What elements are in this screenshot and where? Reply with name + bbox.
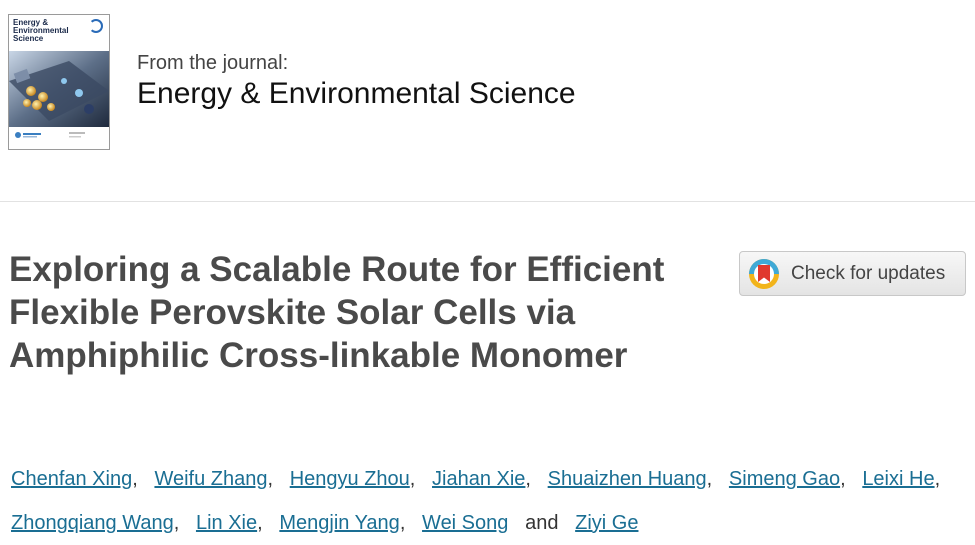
author-link[interactable]: Jiahan Xie [432, 468, 525, 490]
cover-title: Energy & Environmental Science [13, 18, 69, 43]
author-separator: , [409, 468, 416, 490]
cover-artwork [9, 51, 109, 143]
journal-cover[interactable]: Energy & Environmental Science [8, 14, 110, 150]
journal-name-link[interactable]: Energy & Environmental Science [137, 77, 576, 111]
author-link[interactable]: Chenfan Xing [11, 468, 132, 490]
author-link[interactable]: Zhongqiang Wang [11, 512, 174, 534]
author-separator: , [132, 468, 138, 490]
crossmark-icon [749, 258, 779, 289]
check-for-updates-button[interactable]: Check for updates [739, 251, 966, 296]
author-link[interactable]: Wei Song [422, 512, 508, 534]
article-title: Exploring a Scalable Route for Efficient… [9, 250, 665, 375]
author-link[interactable]: Ziyi Ge [575, 512, 638, 534]
author-link[interactable]: Hengyu Zhou [290, 468, 410, 490]
author-separator: , [525, 468, 531, 490]
authors-and-word: and [525, 512, 559, 534]
author-link[interactable]: Mengjin Yang [279, 512, 399, 534]
author-link[interactable]: Leixi He [862, 468, 934, 490]
author-separator: , [399, 512, 406, 534]
author-separator: , [840, 468, 846, 490]
author-link[interactable]: Weifu Zhang [154, 468, 267, 490]
author-list: Chenfan Xing, Weifu Zhang, Hengyu Zhou, … [11, 457, 971, 545]
author-separator: , [267, 468, 274, 490]
journal-from-label: From the journal: [137, 52, 289, 74]
author-link[interactable]: Shuaizhen Huang [548, 468, 707, 490]
author-separator: , [934, 468, 941, 490]
check-for-updates-label: Check for updates [791, 262, 946, 284]
author-separator: , [706, 468, 713, 490]
author-link[interactable]: Lin Xie [196, 512, 257, 534]
author-separator: , [257, 512, 263, 534]
header-divider [0, 201, 975, 202]
author-separator: , [173, 512, 180, 534]
author-link[interactable]: Simeng Gao [729, 468, 840, 490]
cover-badge-icon [89, 19, 103, 33]
